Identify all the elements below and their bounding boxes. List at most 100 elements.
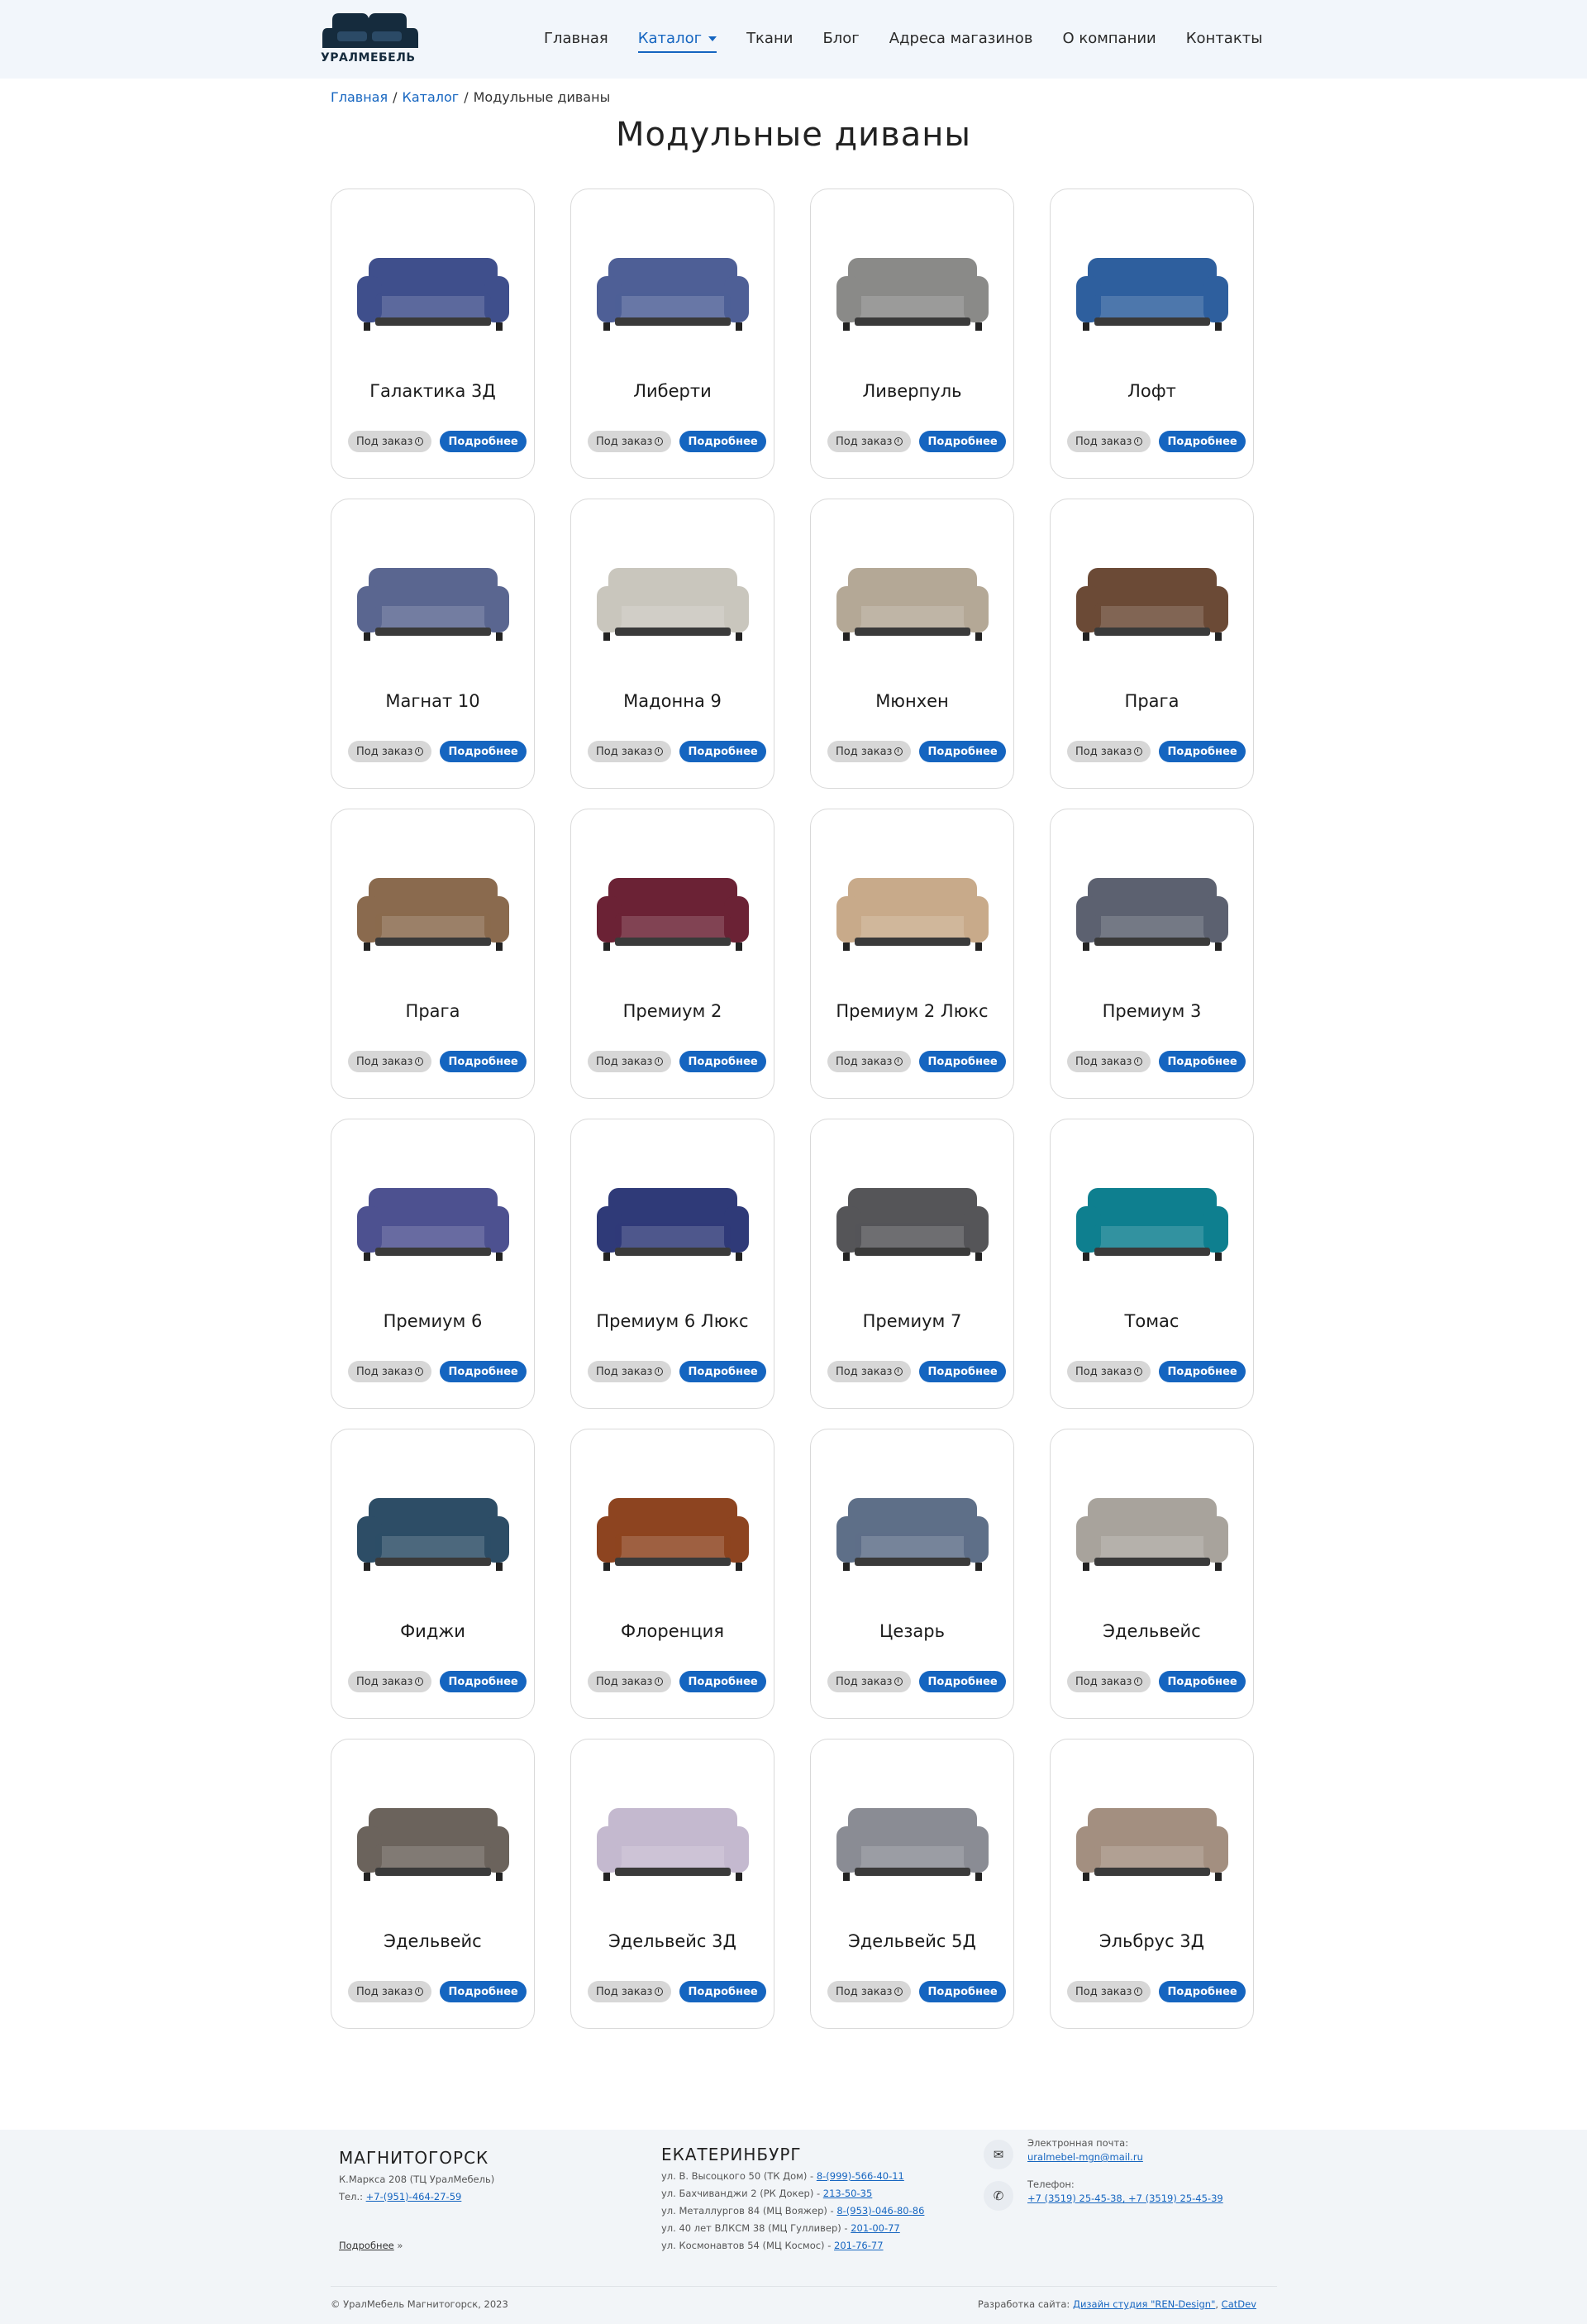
product-name[interactable]: Эдельвейс	[331, 1931, 534, 1951]
product-image[interactable]	[350, 1758, 517, 1925]
product-card[interactable]: Флоренция Под заказ Подробнее	[570, 1429, 774, 1719]
order-button[interactable]: Под заказ	[827, 431, 912, 452]
product-card[interactable]: Ливерпуль Под заказ Подробнее	[810, 188, 1014, 479]
product-card[interactable]: Лофт Под заказ Подробнее	[1050, 188, 1254, 479]
order-button[interactable]: Под заказ	[1067, 1671, 1151, 1692]
product-name[interactable]: Магнат 10	[331, 691, 534, 711]
footer-dev-studio-link[interactable]: Дизайн студия "REN-Design"	[1073, 2298, 1215, 2310]
details-button[interactable]: Подробнее	[919, 1361, 1006, 1382]
product-card[interactable]: Эдельвейс 3Д Под заказ Подробнее	[570, 1739, 774, 2029]
details-button[interactable]: Подробнее	[1159, 1981, 1246, 2002]
product-image[interactable]	[350, 1138, 517, 1305]
product-card[interactable]: Галактика 3Д Под заказ Подробнее	[331, 188, 535, 479]
product-name[interactable]: Лофт	[1051, 381, 1253, 401]
details-button[interactable]: Подробнее	[679, 431, 766, 452]
product-image[interactable]	[1069, 1138, 1236, 1305]
footer-mgn-tel-link[interactable]: +7-(951)-464-27-59	[366, 2191, 462, 2202]
product-card[interactable]: Эльбрус 3Д Под заказ Подробнее	[1050, 1739, 1254, 2029]
product-image[interactable]	[589, 828, 756, 995]
order-button[interactable]: Под заказ	[348, 1671, 432, 1692]
details-button[interactable]: Подробнее	[679, 1981, 766, 2002]
details-button[interactable]: Подробнее	[440, 431, 527, 452]
product-name[interactable]: Томас	[1051, 1311, 1253, 1331]
product-card[interactable]: Прага Под заказ Подробнее	[1050, 499, 1254, 789]
order-button[interactable]: Под заказ	[588, 1051, 672, 1072]
product-image[interactable]	[1069, 1758, 1236, 1925]
product-image[interactable]	[589, 1758, 756, 1925]
product-image[interactable]	[1069, 1448, 1236, 1615]
details-button[interactable]: Подробнее	[1159, 1051, 1246, 1072]
order-button[interactable]: Под заказ	[588, 1981, 672, 2002]
product-image[interactable]	[350, 208, 517, 375]
footer-ekb-phone-link[interactable]: 201-00-77	[851, 2222, 900, 2234]
product-image[interactable]	[1069, 208, 1236, 375]
product-name[interactable]: Премиум 7	[811, 1311, 1013, 1331]
product-name[interactable]: Премиум 6	[331, 1311, 534, 1331]
details-button[interactable]: Подробнее	[1159, 741, 1246, 762]
product-card[interactable]: Премиум 7 Под заказ Подробнее	[810, 1119, 1014, 1409]
details-button[interactable]: Подробнее	[1159, 1671, 1246, 1692]
product-name[interactable]: Либерти	[571, 381, 774, 401]
product-name[interactable]: Эдельвейс 5Д	[811, 1931, 1013, 1951]
order-button[interactable]: Под заказ	[348, 1981, 432, 2002]
product-card[interactable]: Мюнхен Под заказ Подробнее	[810, 499, 1014, 789]
order-button[interactable]: Под заказ	[827, 1671, 912, 1692]
product-image[interactable]	[589, 518, 756, 685]
order-button[interactable]: Под заказ	[588, 741, 672, 762]
details-button[interactable]: Подробнее	[440, 1671, 527, 1692]
order-button[interactable]: Под заказ	[827, 1051, 912, 1072]
nav-home[interactable]: Главная	[529, 23, 623, 56]
product-card[interactable]: Фиджи Под заказ Подробнее	[331, 1429, 535, 1719]
product-image[interactable]	[1069, 828, 1236, 995]
details-button[interactable]: Подробнее	[440, 1981, 527, 2002]
product-name[interactable]: Премиум 2 Люкс	[811, 1001, 1013, 1021]
breadcrumb-catalog[interactable]: Каталог	[403, 89, 460, 105]
product-name[interactable]: Премиум 3	[1051, 1001, 1253, 1021]
order-button[interactable]: Под заказ	[348, 1051, 432, 1072]
order-button[interactable]: Под заказ	[588, 431, 672, 452]
product-image[interactable]	[829, 208, 996, 375]
order-button[interactable]: Под заказ	[1067, 741, 1151, 762]
order-button[interactable]: Под заказ	[1067, 431, 1151, 452]
footer-ekb-phone-link[interactable]: 213-50-35	[823, 2188, 873, 2199]
footer-ekb-phone-link[interactable]: 8-(999)-566-40-11	[817, 2170, 904, 2182]
product-card[interactable]: Премиум 3 Под заказ Подробнее	[1050, 809, 1254, 1099]
details-button[interactable]: Подробнее	[679, 1051, 766, 1072]
footer-email-link[interactable]: uralmebel-mgn@mail.ru	[1027, 2151, 1143, 2163]
order-button[interactable]: Под заказ	[588, 1671, 672, 1692]
product-image[interactable]	[589, 1138, 756, 1305]
product-card[interactable]: Премиум 2 Под заказ Подробнее	[570, 809, 774, 1099]
product-image[interactable]	[829, 1448, 996, 1615]
order-button[interactable]: Под заказ	[588, 1361, 672, 1382]
product-name[interactable]: Галактика 3Д	[331, 381, 534, 401]
product-image[interactable]	[829, 828, 996, 995]
footer-more-link[interactable]: Подробнее	[339, 2240, 394, 2251]
product-image[interactable]	[589, 1448, 756, 1615]
footer-ekb-phone-link[interactable]: 201-76-77	[834, 2240, 884, 2251]
product-image[interactable]	[350, 518, 517, 685]
order-button[interactable]: Под заказ	[348, 1361, 432, 1382]
details-button[interactable]: Подробнее	[679, 741, 766, 762]
product-name[interactable]: Премиум 6 Люкс	[571, 1311, 774, 1331]
details-button[interactable]: Подробнее	[679, 1671, 766, 1692]
product-name[interactable]: Ливерпуль	[811, 381, 1013, 401]
footer-phones-link[interactable]: +7 (3519) 25-45-38, +7 (3519) 25-45-39	[1027, 2193, 1223, 2204]
nav-about[interactable]: О компании	[1047, 23, 1170, 56]
product-name[interactable]: Мюнхен	[811, 691, 1013, 711]
order-button[interactable]: Под заказ	[348, 431, 432, 452]
product-name[interactable]: Прага	[1051, 691, 1253, 711]
footer-ekb-phone-link[interactable]: 8-(953)-046-80-86	[836, 2205, 924, 2217]
product-card[interactable]: Премиум 6 Под заказ Подробнее	[331, 1119, 535, 1409]
product-card[interactable]: Томас Под заказ Подробнее	[1050, 1119, 1254, 1409]
product-image[interactable]	[829, 518, 996, 685]
product-card[interactable]: Эдельвейс Под заказ Подробнее	[331, 1739, 535, 2029]
product-card[interactable]: Эдельвейс Под заказ Подробнее	[1050, 1429, 1254, 1719]
nav-stores[interactable]: Адреса магазинов	[875, 23, 1048, 56]
product-card[interactable]: Премиум 6 Люкс Под заказ Подробнее	[570, 1119, 774, 1409]
product-image[interactable]	[589, 208, 756, 375]
order-button[interactable]: Под заказ	[827, 741, 912, 762]
product-image[interactable]	[1069, 518, 1236, 685]
product-card[interactable]: Либерти Под заказ Подробнее	[570, 188, 774, 479]
details-button[interactable]: Подробнее	[919, 431, 1006, 452]
product-card[interactable]: Эдельвейс 5Д Под заказ Подробнее	[810, 1739, 1014, 2029]
